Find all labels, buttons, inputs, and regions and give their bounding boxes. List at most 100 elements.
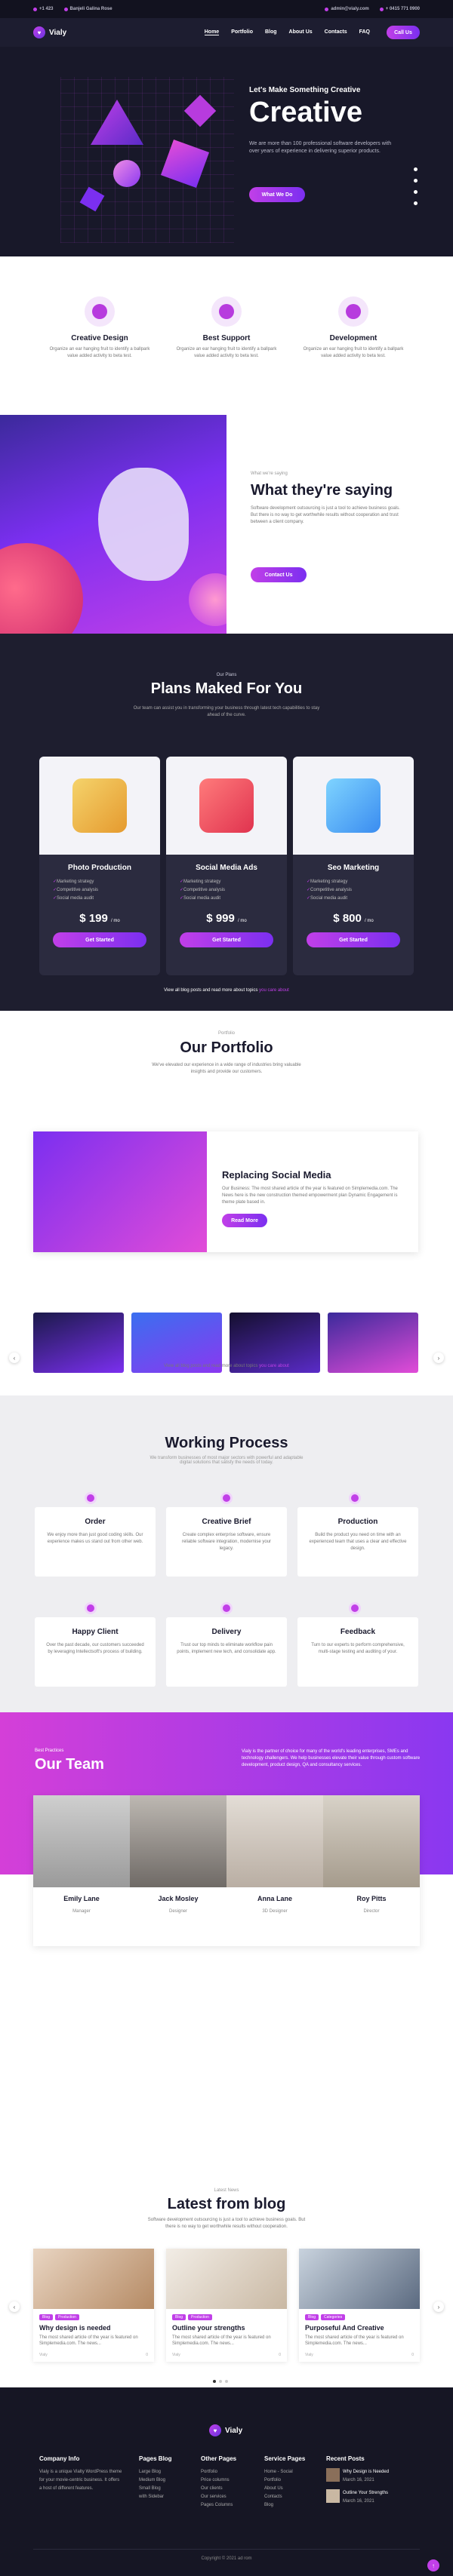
avatar <box>323 1795 420 1887</box>
carousel-dot[interactable] <box>219 2380 222 2383</box>
get-started-button[interactable]: Get Started <box>180 932 273 947</box>
phone-icon <box>379 7 384 11</box>
nav-item-contacts[interactable]: Contacts <box>325 29 347 35</box>
plans-footer-link[interactable]: you care about <box>259 988 289 993</box>
footer: ♥ Vialy Company Info Vialy is a unique Via… <box>0 2387 453 2576</box>
feature-text: Organize an ear hanging fruit to identif… <box>303 347 404 358</box>
blog-post-excerpt: The most shared article of the year is f… <box>39 2335 138 2346</box>
mail-icon <box>325 7 329 11</box>
blog-post-title[interactable]: Outline your strengths <box>166 2320 287 2335</box>
blog-post-title[interactable]: Why design is needed <box>33 2320 154 2335</box>
scroll-top-icon[interactable]: ↑ <box>427 2559 439 2571</box>
facebook-icon[interactable] <box>414 167 418 171</box>
feature-text: Organize an ear hanging fruit to identif… <box>176 347 277 358</box>
twitter-icon[interactable] <box>414 179 418 183</box>
red-planet <box>0 543 83 634</box>
saying-section: What we're saying What they're saying So… <box>0 415 453 634</box>
process-step-order: Order We enjoy more than just good coding… <box>35 1507 156 1577</box>
footer-logo[interactable]: ♥ Vialy <box>209 2424 242 2436</box>
chevron-right-icon[interactable]: › <box>433 2301 444 2312</box>
comments-count: 0 <box>146 2353 148 2357</box>
server-illustration <box>33 1131 207 1252</box>
chevron-left-icon[interactable]: ‹ <box>9 2301 20 2312</box>
pinterest-icon[interactable] <box>414 201 418 205</box>
footer-service: Service Pages Home - Social Portfolio Abou… <box>264 2455 306 2507</box>
nav-item-about[interactable]: About Us <box>289 29 313 35</box>
process-step-happy: Happy Client Over the past decade, our cu… <box>35 1617 156 1687</box>
blog-card[interactable]: Blog Production Why design is needed The … <box>33 2249 154 2362</box>
copyright: Copyright © 2021 ad rom <box>201 2556 252 2561</box>
team-section: Best Practices Our Team Vialy is the par… <box>0 1712 453 2138</box>
get-started-button[interactable]: Get Started <box>53 932 146 947</box>
nav-item-portfolio[interactable]: Portfolio <box>231 29 253 35</box>
saying-title: What they're saying <box>251 482 393 499</box>
plan-price: $ 800 / mo <box>333 912 374 925</box>
email-info[interactable]: admin@vialy.com <box>325 7 369 11</box>
avatar <box>226 1795 323 1887</box>
code-icon <box>338 296 368 327</box>
what-we-do-button[interactable]: What We Do <box>249 187 305 202</box>
sphere-shape <box>113 160 140 187</box>
feature-development: Development Organize an ear hanging frui… <box>300 296 406 360</box>
feature-title: Creative Design <box>71 334 128 342</box>
phone2-info[interactable]: + 0415 771 0900 <box>379 7 420 11</box>
carousel-dot[interactable] <box>213 2380 216 2383</box>
footer-recent: Recent Posts Why Design is Needed March 1… <box>326 2455 417 2506</box>
plan-feature: Social media audit <box>180 895 287 903</box>
plans-footer: View all blog posts and read more about … <box>164 988 289 993</box>
chevron-right-icon[interactable]: › <box>433 1352 444 1363</box>
nav-item-blog[interactable]: Blog <box>265 29 277 35</box>
process-text: We transform businesses of most major se… <box>149 1456 304 1465</box>
blog-post-title[interactable]: Purposeful And Creative <box>299 2320 420 2335</box>
step-marker <box>220 1492 233 1504</box>
portfolio-footer: View all blog posts and read more about … <box>164 1364 289 1368</box>
team-member[interactable]: Jack Mosley Designer <box>130 1795 226 1916</box>
blog-tags: Blog Categories <box>299 2309 420 2320</box>
footer-company: Company Info Vialy is a unique Vialty Wor… <box>39 2455 122 2491</box>
call-us-button[interactable]: Call Us <box>387 26 420 39</box>
avatar <box>130 1795 226 1887</box>
address-info: Banjeli Galina Rose <box>63 7 112 11</box>
instagram-icon[interactable] <box>414 190 418 194</box>
portfolio-footer-link[interactable]: you care about <box>259 1364 289 1368</box>
plans-text: Our team can assist you in transforming … <box>133 706 320 717</box>
nav-item-home[interactable]: Home <box>204 29 220 35</box>
blog-meta: Vialy 0 <box>39 2353 148 2357</box>
plan-feature: Marketing strategy <box>180 878 287 886</box>
carousel-dot[interactable] <box>225 2380 228 2383</box>
nav-item-faq[interactable]: FAQ <box>359 29 370 35</box>
blog-card[interactable]: Blog Categories Purposeful And Creative T… <box>299 2249 420 2362</box>
recent-post[interactable]: Outline Your Strengths March 16, 2021 <box>326 2489 417 2506</box>
blog-title: Latest from blog <box>167 2196 286 2212</box>
location-icon <box>63 7 68 11</box>
saying-text: Software development outsourcing is just… <box>251 506 400 524</box>
hero-title: Creative <box>249 97 362 128</box>
avatar <box>33 1795 130 1887</box>
feature-best-support: Best Support Organize an ear hanging fru… <box>174 296 279 360</box>
process-step-feedback: Feedback Turn to our experts to perform c… <box>297 1617 418 1687</box>
chevron-left-icon[interactable]: ‹ <box>9 1352 20 1363</box>
process-step-delivery: Delivery Trust our top minds to eliminate… <box>166 1617 287 1687</box>
astronaut-figure <box>98 468 189 581</box>
feature-title: Best Support <box>202 334 251 342</box>
featured-text: Our Business: The most shared article of… <box>222 1187 398 1205</box>
get-started-button[interactable]: Get Started <box>307 932 400 947</box>
hero-section: Let's Make Something Creative Creative W… <box>0 47 453 256</box>
comments-count: 0 <box>411 2353 414 2357</box>
team-member[interactable]: Anna Lane 3D Designer <box>226 1795 323 1916</box>
logo[interactable]: ♥ Vialy <box>33 26 66 38</box>
plan-feature: Competitive analysis <box>307 886 414 895</box>
camera-icon <box>39 757 160 855</box>
plans-label: Our Plans <box>216 673 237 677</box>
saying-label: What we're saying <box>251 471 288 476</box>
blog-card[interactable]: Blog Production Outline your strengths Th… <box>166 2249 287 2362</box>
team-member[interactable]: Emily Lane Manager <box>33 1795 130 1916</box>
plan-feature: Social media audit <box>53 895 160 903</box>
plan-feature: Competitive analysis <box>53 886 160 895</box>
team-member[interactable]: Roy Pitts Director <box>323 1795 420 1916</box>
recent-post[interactable]: Why Design is Needed March 16, 2021 <box>326 2468 417 2485</box>
plan-features: Marketing strategy Competitive analysis … <box>166 878 287 903</box>
blog-post-excerpt: The most shared article of the year is f… <box>305 2335 404 2346</box>
read-more-button[interactable]: Read More <box>222 1214 267 1227</box>
contact-us-button[interactable]: Contact Us <box>251 567 307 582</box>
